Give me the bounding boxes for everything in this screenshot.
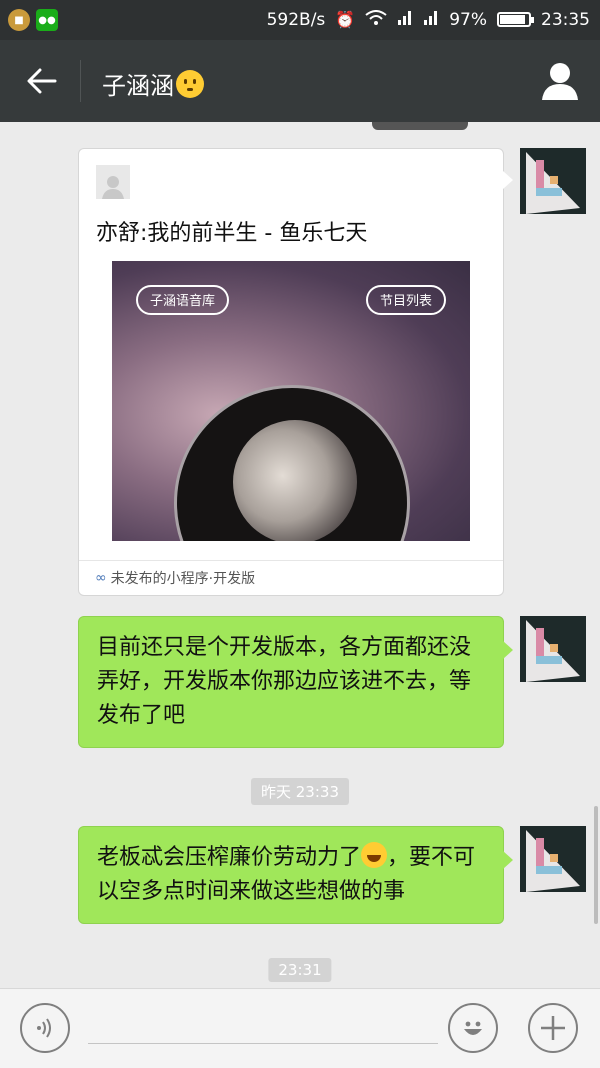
avatar-image <box>526 152 580 214</box>
message-input[interactable] <box>88 1003 438 1044</box>
chat-area[interactable]: 亦舒:我的前半生 - 鱼乐七天 子涵语音库 节目列表 ∞ 未发布的小程序·开发版… <box>0 122 600 988</box>
alarm-icon: ⏰ <box>335 10 356 29</box>
back-button[interactable] <box>14 60 70 102</box>
chat-title: 子涵涵 <box>102 66 204 101</box>
card-footer: ∞ 未发布的小程序·开发版 <box>79 560 503 595</box>
battery-fill <box>500 15 526 24</box>
input-bar <box>0 988 600 1068</box>
timestamp: 23:31 <box>268 958 332 982</box>
card-cover-image: 子涵语音库 节目列表 <box>112 261 470 541</box>
app-notification-icon: ■ <box>8 9 30 31</box>
plus-icon <box>541 1016 565 1040</box>
message-text-part1: 老板忒会压榨廉价劳动力了 <box>97 845 362 870</box>
avatar-image <box>526 620 580 682</box>
wechat-icon: ●● <box>36 9 58 31</box>
signal-icon <box>423 9 439 30</box>
card-title: 亦舒:我的前半生 - 鱼乐七天 <box>96 221 368 246</box>
laughing-tears-icon <box>361 842 388 868</box>
wifi-icon <box>365 9 387 30</box>
program-list-pill: 节目列表 <box>365 285 446 315</box>
message-bubble[interactable]: 老板忒会压榨廉价劳动力了 ，要不可以空多点时间来做这些想做的事 <box>78 826 513 924</box>
card-footer-label: 未发布的小程序·开发版 <box>110 571 256 587</box>
voice-button[interactable] <box>20 1003 70 1053</box>
avatar[interactable] <box>520 148 586 214</box>
more-button[interactable] <box>528 1003 578 1053</box>
contact-name: 子涵涵 <box>102 72 174 100</box>
battery-percent: 97% <box>449 9 487 30</box>
mini-program-link-icon: ∞ <box>95 570 107 586</box>
system-indicators: 592B/s ⏰ 97% 23:35 <box>267 9 590 30</box>
message-bubble[interactable]: 目前还只是个开发版本，各方面都还没弄好，开发版本你那边应该进不去，等发布了吧 <box>78 616 513 748</box>
player-ring <box>174 385 410 541</box>
avatar[interactable] <box>520 616 586 682</box>
person-icon <box>542 63 578 100</box>
mini-program-card[interactable]: 亦舒:我的前半生 - 鱼乐七天 子涵语音库 节目列表 ∞ 未发布的小程序·开发版 <box>78 148 513 596</box>
chat-header: 子涵涵 <box>0 40 600 122</box>
avatar-image <box>526 830 580 892</box>
voice-library-pill: 子涵语音库 <box>136 285 230 315</box>
signal-icon <box>397 9 413 30</box>
status-bar: ■ ●● 592B/s ⏰ 97% 23:35 <box>0 0 600 40</box>
emoji-icon <box>464 1021 482 1035</box>
message-text: 目前还只是个开发版本，各方面都还没弄好，开发版本你那边应该进不去，等发布了吧 <box>97 635 472 728</box>
header-divider <box>80 60 81 102</box>
timestamp: 昨天 23:33 <box>251 778 349 805</box>
avatar[interactable] <box>520 826 586 892</box>
speechless-face-icon <box>176 69 204 98</box>
battery-icon <box>497 12 534 27</box>
voice-icon <box>37 1018 51 1038</box>
cover-photo <box>233 420 357 541</box>
clock: 23:35 <box>541 9 590 30</box>
previous-message-edge <box>372 122 468 130</box>
notification-icons: ■ ●● <box>8 9 58 31</box>
profile-button[interactable] <box>538 60 582 102</box>
scrollbar[interactable] <box>594 806 598 924</box>
mini-program-icon <box>96 165 130 199</box>
back-arrow-icon <box>27 68 57 94</box>
net-speed: 592B/s <box>266 9 326 30</box>
emoji-button[interactable] <box>448 1003 498 1053</box>
